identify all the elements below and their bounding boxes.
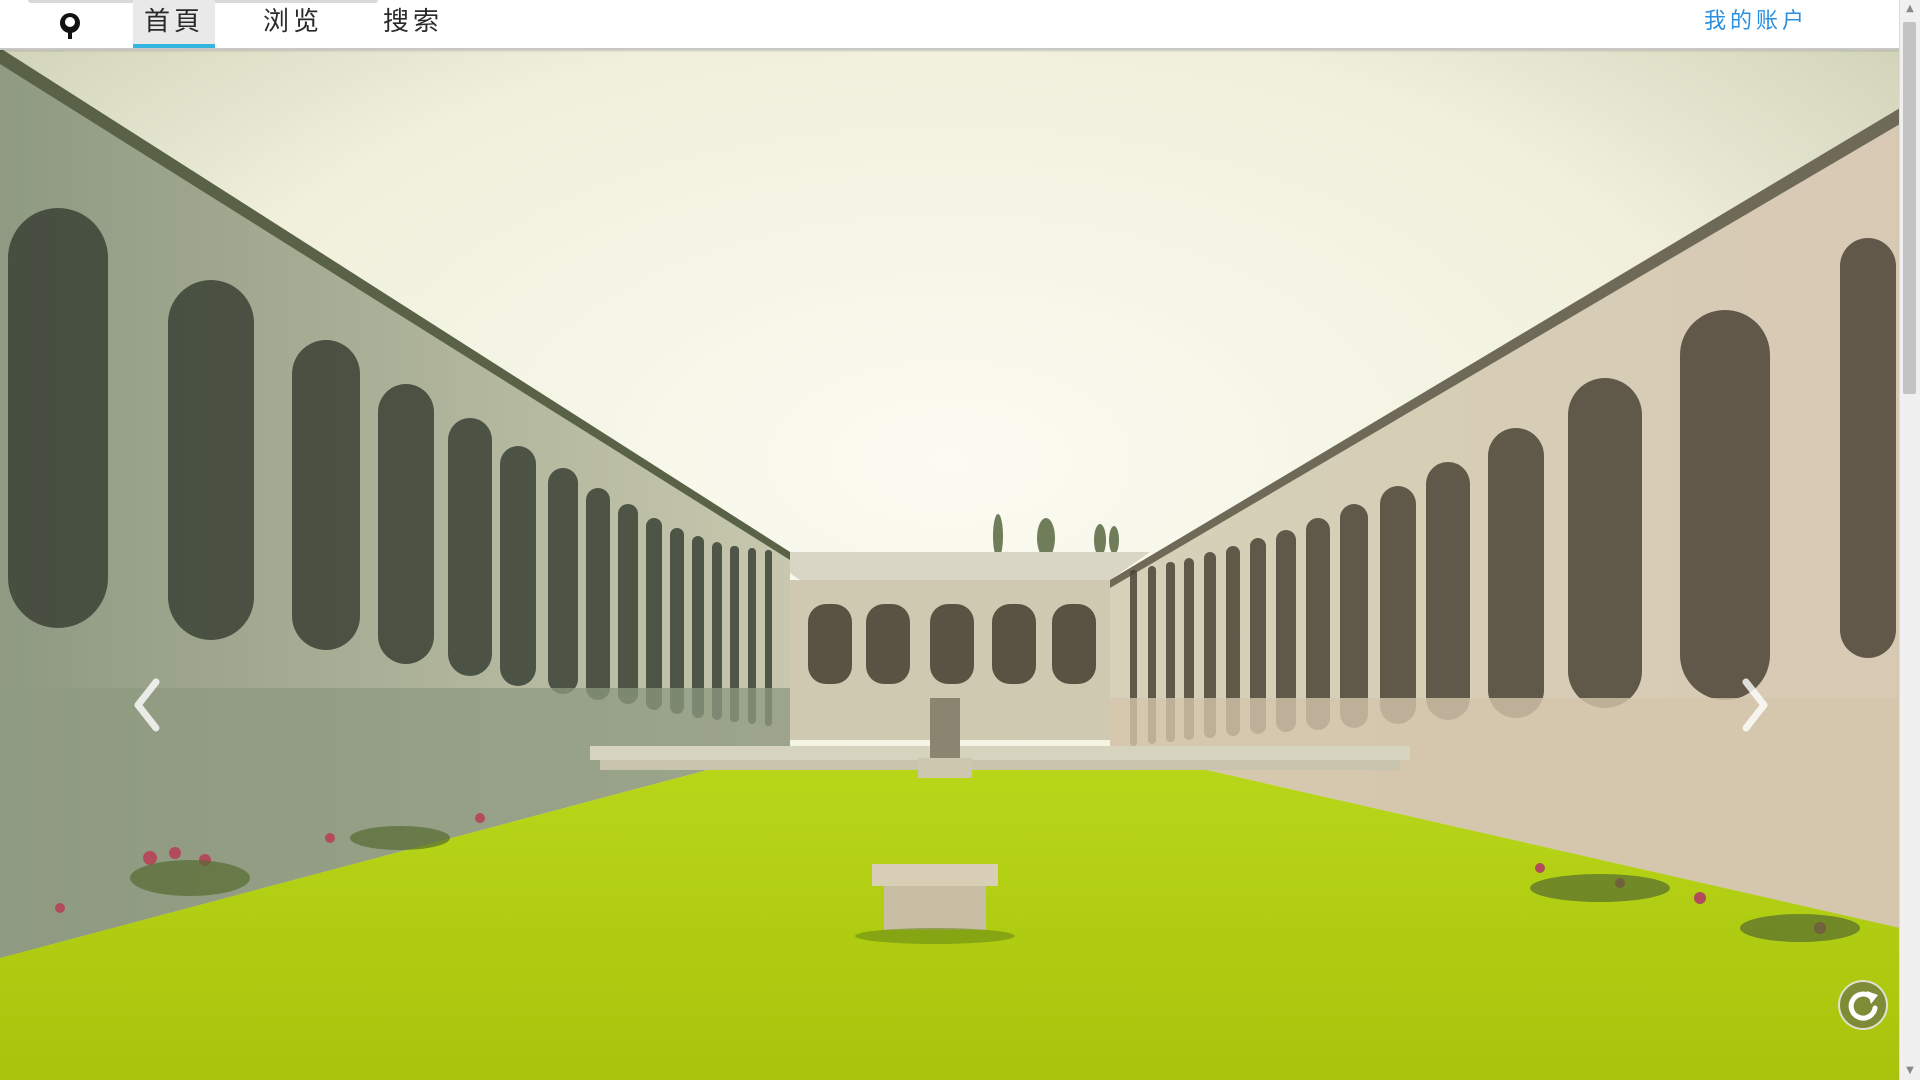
scrollbar-thumb[interactable] (1903, 22, 1916, 394)
chevron-left-icon[interactable] (126, 670, 166, 740)
tab-search[interactable]: 搜索 (380, 0, 446, 48)
vertical-scrollbar[interactable]: ▲ ▼ (1899, 0, 1920, 1080)
tab-home[interactable]: 首頁 (133, 0, 215, 48)
cloister-courtyard-photo (0, 48, 1900, 1080)
scroll-down-icon[interactable]: ▼ (1900, 1062, 1920, 1080)
my-account-link[interactable]: 我的账户 (1704, 0, 1808, 48)
refresh-icon[interactable] (1838, 980, 1888, 1030)
carousel-slide-image (0, 48, 1900, 1080)
chevron-right-icon[interactable] (1736, 670, 1776, 740)
user-avatar-icon[interactable] (56, 12, 84, 40)
scroll-up-icon[interactable]: ▲ (1900, 0, 1920, 18)
tab-browse[interactable]: 浏览 (262, 0, 324, 48)
top-navigation-bar: 首頁 浏览 搜索 我的账户 (0, 0, 1900, 50)
